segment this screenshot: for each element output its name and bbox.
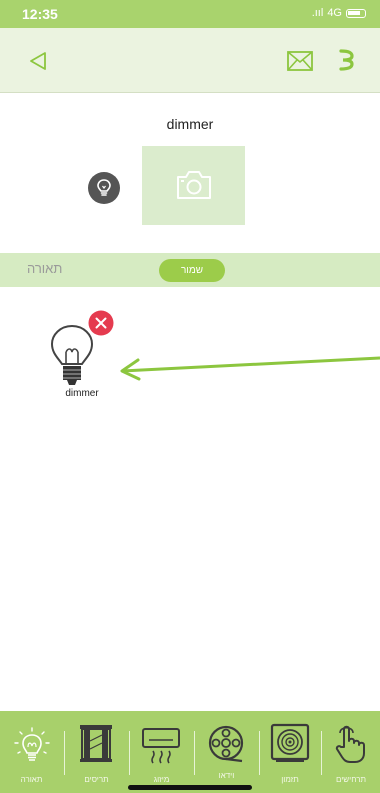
device-title: dimmer [166,116,214,132]
air-conditioner-icon [142,728,180,764]
status-time: 12:35 [22,6,58,22]
nav-item-timer[interactable]: תזמון [260,711,320,793]
nav-label: תזמון [281,775,299,784]
lightbulb-icon [97,179,111,196]
nav-label: וידאו [218,771,235,780]
arrow-icon [120,356,380,381]
back-icon[interactable] [27,50,49,72]
signal-text: .ııl [311,7,324,19]
nav-item-blinds[interactable]: תריסים [65,711,128,793]
lightbulb-icon [14,727,50,761]
blinds-icon [80,725,112,762]
device-item-label: dimmer [65,388,99,399]
battery-icon [346,8,366,18]
network-label: 4G [327,7,342,19]
device-type-badge[interactable] [88,172,120,204]
status-right: .ııl 4G [312,7,366,19]
home-indicator [128,785,252,790]
video-icon [208,725,244,763]
device-list-item[interactable]: dimmer [42,310,122,410]
nav-label: תאורה [20,775,43,784]
nav-label: תריסים [84,775,109,784]
mail-icon[interactable] [287,51,313,71]
save-button[interactable]: שמור [159,259,225,282]
remove-icon[interactable] [88,310,114,336]
nav-label: תרחישים [335,775,367,784]
bottom-nav: תאורה תריסים מיזוג וידאו תזמון תרחישים [0,711,380,793]
menu-icon[interactable] [337,46,357,74]
section-label: תאורה [27,261,63,276]
camera-icon [177,171,211,199]
section-bar: תאורה שמור [0,253,380,287]
status-bar: 12:35 .ııl 4G [0,0,380,28]
scenes-icon [335,725,365,763]
device-photo[interactable] [142,146,245,225]
timer-icon [270,723,310,762]
app-header [0,28,380,93]
nav-item-video[interactable]: וידאו [195,711,258,793]
nav-item-lighting[interactable]: תאורה [0,711,63,793]
nav-item-climate[interactable]: מיזוג [130,711,193,793]
nav-item-scenes[interactable]: תרחישים [322,711,380,793]
nav-label: מיזוג [153,775,170,784]
